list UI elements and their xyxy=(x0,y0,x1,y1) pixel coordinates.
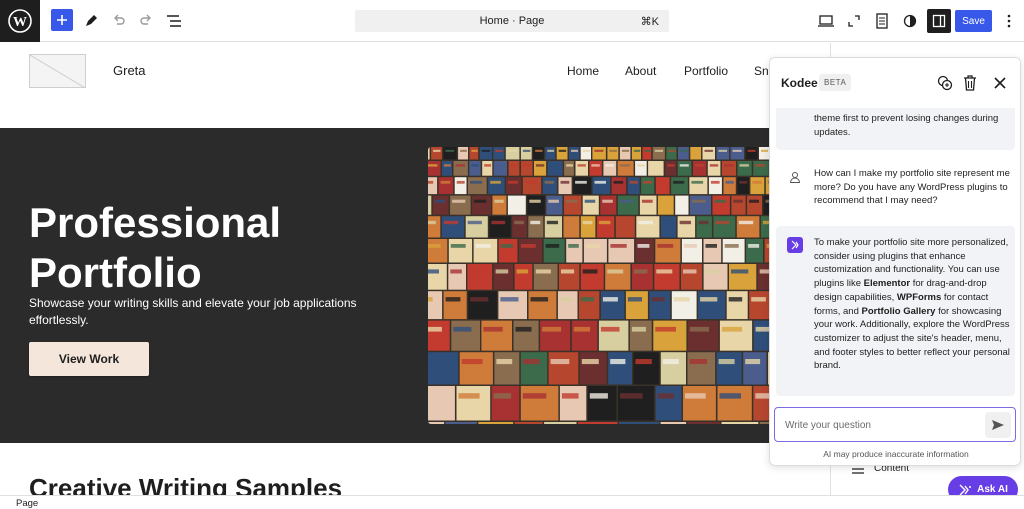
assistant-message: theme first to prevent losing changes du… xyxy=(776,108,1015,150)
command-palette-bar[interactable]: Home · Page ⌘K xyxy=(355,10,669,32)
plugin-name-portfolio-gallery: Portfolio Gallery xyxy=(861,305,936,317)
kodee-messages[interactable]: theme first to prevent losing changes du… xyxy=(770,108,1020,404)
hero-subtitle[interactable]: Showcase your writing skills and elevate… xyxy=(29,295,359,329)
message-text: theme first to prevent losing changes du… xyxy=(814,113,999,138)
editor-toolbar: W Home · Page ⌘K Save xyxy=(0,0,1024,42)
hero-section: Professional Portfolio Showcase your wri… xyxy=(0,128,830,443)
styles-contrast-icon[interactable] xyxy=(898,9,922,33)
question-input[interactable] xyxy=(785,417,975,433)
nav-item-home[interactable]: Home xyxy=(567,64,599,78)
new-chat-icon[interactable] xyxy=(935,73,955,93)
section-title[interactable]: Creative Writing Samples xyxy=(29,473,342,495)
nav-item-portfolio[interactable]: Portfolio xyxy=(684,64,728,78)
ask-ai-label: Ask AI xyxy=(977,484,1008,495)
command-bar-label: Home · Page xyxy=(479,15,545,27)
options-menu-icon[interactable] xyxy=(997,9,1021,33)
trash-icon[interactable] xyxy=(960,73,980,93)
beta-badge: BETA xyxy=(819,74,852,91)
page-details-icon[interactable] xyxy=(870,9,894,33)
hero-title[interactable]: Professional Portfolio xyxy=(29,198,349,298)
message-text: How can I make my portfolio site represe… xyxy=(814,168,1010,207)
tools-pencil-icon[interactable] xyxy=(79,9,103,33)
wordpress-logo-icon[interactable]: W xyxy=(0,0,40,42)
close-icon[interactable] xyxy=(990,73,1010,93)
kodee-header: Kodee BETA xyxy=(770,58,1020,108)
settings-sidebar-toggle-icon[interactable] xyxy=(927,9,951,33)
plugin-name-wpforms: WPForms xyxy=(896,291,942,303)
nav-item-about[interactable]: About xyxy=(625,64,656,78)
site-header: Greta Home About Portfolio Sni xyxy=(0,43,830,128)
redo-icon[interactable] xyxy=(134,9,158,33)
message-text: To make your portfolio site more persona… xyxy=(814,236,1010,373)
assistant-message: To make your portfolio site more persona… xyxy=(776,226,1015,396)
undo-icon[interactable] xyxy=(107,9,131,33)
command-bar-shortcut: ⌘K xyxy=(640,15,659,28)
send-button[interactable] xyxy=(985,412,1011,438)
kodee-chat-panel: Kodee BETA theme first to prevent losing… xyxy=(769,57,1021,466)
ai-disclaimer: AI may produce inaccurate information xyxy=(823,449,969,459)
kodee-title: Kodee xyxy=(781,76,818,90)
hero-title-line-2: Portfolio xyxy=(29,249,202,296)
fullscreen-icon[interactable] xyxy=(842,9,866,33)
plugin-name-elementor: Elementor xyxy=(863,278,911,290)
device-preview-icon[interactable] xyxy=(814,9,838,33)
site-logo-placeholder[interactable] xyxy=(29,54,86,88)
add-block-button[interactable] xyxy=(51,9,73,31)
save-button[interactable]: Save xyxy=(955,10,992,32)
breadcrumb[interactable]: Page xyxy=(16,498,38,509)
view-work-button[interactable]: View Work xyxy=(29,342,149,376)
site-editor: W Home · Page ⌘K Save Greta Home About P… xyxy=(0,0,1024,509)
editor-footer: Page xyxy=(0,495,1024,509)
editor-canvas[interactable]: Greta Home About Portfolio Sni Professio… xyxy=(0,43,830,495)
kodee-avatar-icon xyxy=(787,237,803,253)
svg-text:W: W xyxy=(13,15,27,30)
document-overview-icon[interactable] xyxy=(162,9,186,33)
site-title[interactable]: Greta xyxy=(113,63,146,78)
user-avatar-icon xyxy=(787,169,803,185)
ask-ai-icon xyxy=(959,484,972,495)
send-icon xyxy=(992,420,1004,430)
hero-title-line-1: Professional xyxy=(29,199,282,246)
question-input-box[interactable] xyxy=(774,407,1016,442)
